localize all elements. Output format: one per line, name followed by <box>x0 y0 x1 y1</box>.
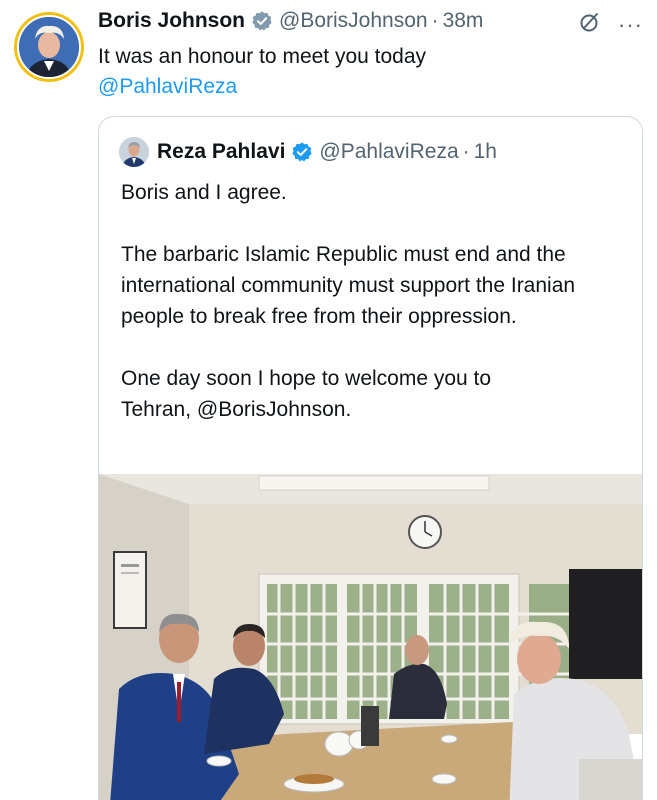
separator-dot: · <box>431 9 439 32</box>
separator-dot: · <box>462 140 470 163</box>
quoted-author-name[interactable]: Reza Pahlavi <box>157 140 285 164</box>
quoted-tweet-timestamp[interactable]: 1h <box>474 140 497 164</box>
quoted-paragraph-2: The barbaric Islamic Republic must end a… <box>121 243 576 328</box>
author-avatar[interactable] <box>14 12 84 82</box>
quoted-author-avatar[interactable] <box>119 137 149 167</box>
tweet-text: It was an honour to meet you today @Pahl… <box>98 42 638 102</box>
tweet-mention-link[interactable]: @PahlaviReza <box>98 72 638 102</box>
quoted-avatar-portrait-icon <box>119 137 149 167</box>
quoted-tweet[interactable]: Reza Pahlavi @PahlaviReza · 1h Boris and… <box>98 116 643 800</box>
quoted-closing-mention: Tehran, @BorisJohnson. <box>121 398 352 421</box>
avatar-portrait-icon <box>19 17 79 77</box>
author-handle[interactable]: @BorisJohnson <box>279 9 428 33</box>
tweet: Boris Johnson @BorisJohnson · 38m ··· It… <box>0 0 657 800</box>
more-icon[interactable]: ··· <box>618 13 643 36</box>
quoted-tweet-header: Reza Pahlavi @PahlaviReza · 1h <box>119 137 497 167</box>
avatar-photo <box>17 15 81 79</box>
verified-badge-icon <box>251 10 273 32</box>
quoted-paragraph-3: One day soon I hope to welcome you to Te… <box>121 363 621 425</box>
quoted-author-handle[interactable]: @PahlaviReza <box>319 140 458 164</box>
verified-badge-icon <box>291 141 313 163</box>
tweet-actions: ··· <box>578 10 643 39</box>
author-name[interactable]: Boris Johnson <box>98 9 245 33</box>
grok-icon[interactable] <box>578 10 602 39</box>
quoted-paragraph-1: Boris and I agree. <box>121 181 287 204</box>
tweet-timestamp[interactable]: 38m <box>443 9 484 33</box>
tweet-body: It was an honour to meet you today <box>98 45 427 68</box>
quoted-tweet-text: Boris and I agree. The barbaric Islamic … <box>121 177 621 425</box>
tweet-header: Boris Johnson @BorisJohnson · 38m <box>98 6 483 36</box>
quoted-tweet-photo[interactable] <box>99 474 643 800</box>
quoted-paragraph-3-text: One day soon I hope to welcome you to <box>121 367 492 390</box>
